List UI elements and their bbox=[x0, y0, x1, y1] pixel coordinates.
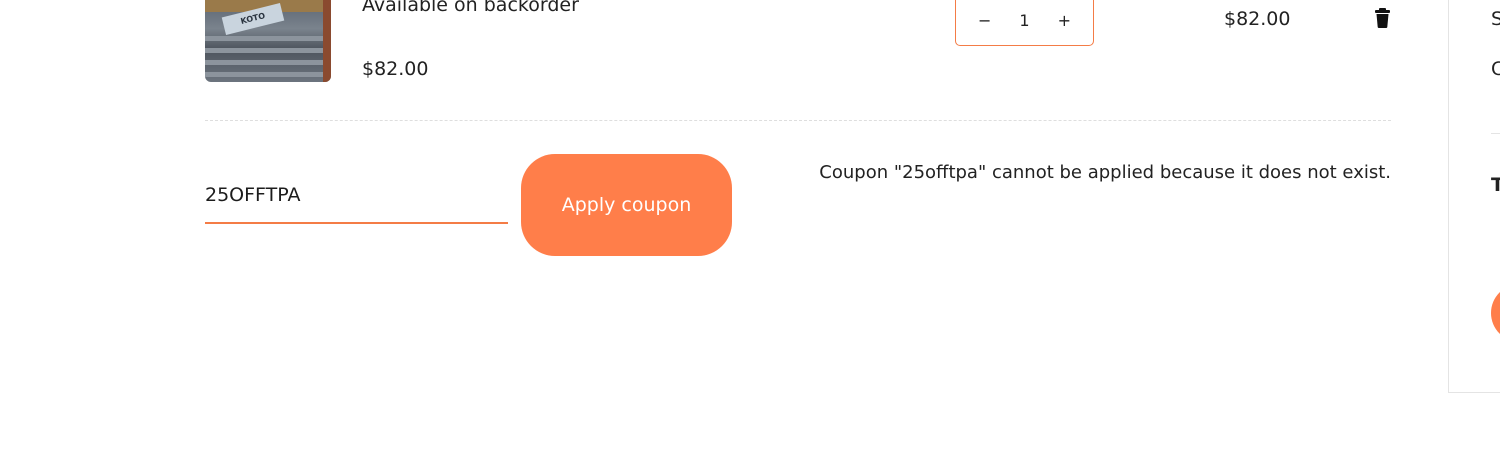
summary-row-label: C bbox=[1491, 58, 1500, 80]
coupon-code-input[interactable] bbox=[205, 168, 508, 224]
item-subtotal: $82.00 bbox=[1224, 8, 1291, 30]
item-price: $82.00 bbox=[362, 58, 429, 80]
summary-divider bbox=[1491, 133, 1500, 134]
thumbnail-stripe bbox=[205, 60, 331, 65]
coupon-error-message: Coupon "25offtpa" cannot be applied beca… bbox=[819, 162, 1391, 183]
summary-total-label: T bbox=[1491, 174, 1500, 196]
trash-icon[interactable] bbox=[1374, 8, 1391, 28]
apply-coupon-button[interactable]: Apply coupon bbox=[521, 154, 732, 256]
increment-button[interactable]: + bbox=[1058, 11, 1071, 30]
quantity-value[interactable]: 1 bbox=[1019, 11, 1029, 30]
decrement-button[interactable]: − bbox=[978, 11, 991, 30]
summary-row-label: S bbox=[1491, 8, 1500, 30]
thumbnail-stripe bbox=[205, 48, 331, 53]
product-thumbnail[interactable]: KOTO bbox=[205, 0, 331, 82]
cart-row-divider bbox=[205, 120, 1391, 121]
thumbnail-stripe bbox=[205, 36, 331, 41]
stock-status: Available on backorder bbox=[362, 0, 579, 16]
thumbnail-stripe bbox=[205, 72, 331, 77]
thumbnail-edge bbox=[323, 0, 331, 82]
quantity-stepper[interactable]: − 1 + bbox=[955, 0, 1094, 46]
